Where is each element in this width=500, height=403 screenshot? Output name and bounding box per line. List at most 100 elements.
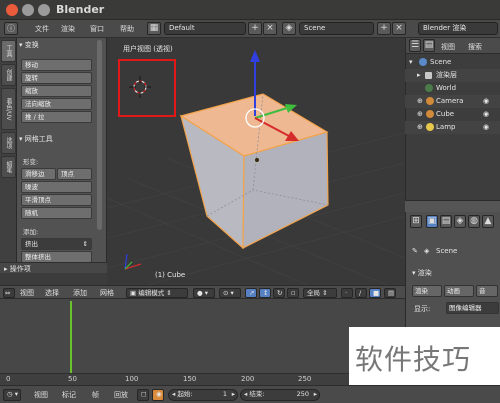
tab-shading-uv[interactable]: 着色/UV bbox=[1, 88, 16, 130]
start-frame-field[interactable]: ◂ 起始: 1 ▸ bbox=[168, 389, 238, 401]
3d-viewport[interactable]: 用户视图 (透视) (1) Cube bbox=[107, 38, 405, 285]
tl-menu-frame[interactable]: 帧 bbox=[92, 390, 99, 400]
slide-edge-button[interactable]: 滑移边 bbox=[21, 168, 56, 180]
info-editor-icon[interactable]: ⓘ bbox=[4, 22, 18, 35]
vp-menu-add[interactable]: 添加 bbox=[73, 288, 87, 298]
3d-cursor-icon[interactable] bbox=[129, 76, 151, 98]
vp-menu-select[interactable]: 选择 bbox=[45, 288, 59, 298]
outliner-row-scene[interactable]: ▾ Scene bbox=[405, 56, 500, 69]
outliner-menu-view[interactable]: 视图 bbox=[441, 42, 455, 52]
add-scene-icon[interactable]: + bbox=[377, 22, 391, 35]
face-select-icon[interactable]: ■ bbox=[369, 288, 381, 298]
mode-select[interactable]: ▣ 编辑模式 ⇕ bbox=[126, 288, 188, 298]
lock-icon[interactable]: ◉ bbox=[152, 389, 164, 401]
properties-editor-icon[interactable]: ⊞ bbox=[410, 215, 422, 228]
tab-tools[interactable]: 工具 bbox=[1, 40, 16, 62]
playhead[interactable] bbox=[70, 301, 72, 384]
render-section-header[interactable]: ▾ 渲染 bbox=[412, 268, 432, 278]
vertex-slide-button[interactable]: 顶点 bbox=[57, 168, 92, 180]
translate-icon[interactable]: ↕ bbox=[259, 288, 271, 298]
shrink-fatten-button[interactable]: 法向缩放 bbox=[21, 98, 92, 110]
timeline-editor-icon[interactable]: ◷ ▾ bbox=[3, 389, 21, 401]
scene-tab-icon[interactable]: ◈ bbox=[454, 215, 466, 228]
outliner-row-lamp[interactable]: ⊕ Lamp ◉ bbox=[405, 121, 500, 134]
pivot-select[interactable]: ⊙ ▾ bbox=[219, 288, 241, 298]
scale-icon[interactable]: ▫ bbox=[287, 288, 299, 298]
expand-icon[interactable]: ▾ bbox=[409, 56, 413, 69]
expand-icon[interactable]: ⊕ bbox=[417, 108, 423, 121]
outliner-scroll-strip[interactable] bbox=[405, 200, 500, 212]
screen-layout-select[interactable]: Default bbox=[164, 22, 246, 35]
cube-mesh[interactable] bbox=[179, 93, 329, 250]
add-screen-icon[interactable]: + bbox=[248, 22, 262, 35]
viewport-canvas[interactable] bbox=[107, 38, 405, 285]
push-pull-button[interactable]: 推 / 拉 bbox=[21, 111, 92, 123]
smooth-vertex-button[interactable]: 平滑顶点 bbox=[21, 194, 92, 206]
eye-icon[interactable]: ◉ bbox=[483, 108, 489, 121]
scene-select[interactable]: Scene bbox=[299, 22, 374, 35]
render-tab-icon[interactable]: ▣ bbox=[426, 215, 438, 228]
minimize-icon[interactable] bbox=[22, 4, 34, 16]
tl-menu-view[interactable]: 视图 bbox=[34, 390, 48, 400]
close-icon[interactable] bbox=[6, 4, 18, 16]
end-frame-field[interactable]: ◂ 结束: 250 ▸ bbox=[240, 389, 320, 401]
expand-icon[interactable]: ⊕ bbox=[417, 121, 423, 134]
operator-panel-header[interactable]: ▸ 操作项 bbox=[0, 262, 107, 273]
menu-render[interactable]: 渲染 bbox=[61, 24, 75, 34]
display-select[interactable]: 图像编辑器 bbox=[446, 302, 499, 314]
render-engine-select[interactable]: Blender 渲染 bbox=[418, 22, 498, 35]
vertex-select-icon[interactable]: · bbox=[341, 288, 353, 298]
mesh-tools-panel-header[interactable]: ▾ 网格工具 bbox=[19, 134, 97, 144]
animation-button[interactable]: 动画 bbox=[444, 285, 474, 297]
remove-scene-icon[interactable]: × bbox=[392, 22, 406, 35]
menu-help[interactable]: 帮助 bbox=[120, 24, 134, 34]
tab-options[interactable]: 选项 bbox=[1, 132, 16, 154]
outliner-row-cube[interactable]: ⊕ Cube ◉ bbox=[405, 108, 500, 121]
outliner-row-world[interactable]: World bbox=[405, 82, 500, 95]
remove-screen-icon[interactable]: × bbox=[263, 22, 277, 35]
menu-file[interactable]: 文件 bbox=[35, 24, 49, 34]
randomize-button[interactable]: 随机 bbox=[21, 207, 92, 219]
rotate-icon[interactable]: ↻ bbox=[273, 288, 285, 298]
shading-select[interactable]: ● ▾ bbox=[193, 288, 215, 298]
manipulator-toggle-icon[interactable]: ↗ bbox=[245, 288, 257, 298]
world-tab-icon[interactable]: ◍ bbox=[468, 215, 480, 228]
tab-grease-pencil[interactable]: 蜡笔 bbox=[1, 156, 16, 178]
render-layers-tab-icon[interactable]: ▤ bbox=[440, 215, 452, 228]
edge-select-icon[interactable]: / bbox=[355, 288, 367, 298]
tl-menu-playback[interactable]: 回放 bbox=[114, 390, 128, 400]
eye-icon[interactable]: ◉ bbox=[483, 121, 489, 134]
render-button[interactable]: 渲染 bbox=[412, 285, 442, 297]
eye-icon[interactable]: ◉ bbox=[483, 95, 489, 108]
tab-create[interactable]: 创建 bbox=[1, 64, 16, 86]
extrude-select[interactable]: 挤出 ⇕ bbox=[21, 238, 92, 250]
z-axis-arrow-icon[interactable] bbox=[250, 50, 260, 62]
outliner-menu-search[interactable]: 搜索 bbox=[468, 42, 482, 52]
rotate-button[interactable]: 旋转 bbox=[21, 72, 92, 84]
maximize-icon[interactable] bbox=[38, 4, 50, 16]
noise-button[interactable]: 噪波 bbox=[21, 181, 92, 193]
expand-icon[interactable]: ▸ bbox=[417, 69, 421, 82]
screen-layout-icon[interactable]: ▦ bbox=[147, 22, 161, 35]
outliner-row-render-layers[interactable]: ▸ 渲染层 bbox=[405, 69, 500, 82]
tl-menu-marker[interactable]: 标记 bbox=[62, 390, 76, 400]
expand-icon[interactable]: ⊕ bbox=[417, 95, 423, 108]
pin-icon[interactable]: ✎ bbox=[412, 247, 418, 255]
tool-shelf-scrollbar[interactable] bbox=[97, 40, 102, 230]
preview-range-icon[interactable]: ◻ bbox=[137, 389, 149, 401]
vp-menu-mesh[interactable]: 网格 bbox=[100, 288, 114, 298]
move-button[interactable]: 移动 bbox=[21, 59, 92, 71]
editor-type-icon[interactable]: ⇔ bbox=[3, 288, 15, 298]
object-tab-icon[interactable]: ▲ bbox=[482, 215, 494, 228]
occlude-icon[interactable]: ▤ bbox=[384, 288, 396, 298]
outliner-editor-icon[interactable]: ☰ bbox=[409, 39, 421, 52]
display-mode-icon[interactable]: ▤ bbox=[423, 39, 435, 52]
audio-button[interactable]: 音 bbox=[476, 285, 498, 297]
scene-icon[interactable]: ◈ bbox=[282, 22, 296, 35]
menu-window[interactable]: 窗口 bbox=[90, 24, 104, 34]
orientation-select[interactable]: 全局 ⇕ bbox=[303, 288, 337, 298]
vp-menu-view[interactable]: 视图 bbox=[20, 288, 34, 298]
scale-button[interactable]: 缩放 bbox=[21, 85, 92, 97]
outliner-row-camera[interactable]: ⊕ Camera ◉ bbox=[405, 95, 500, 108]
transform-panel-header[interactable]: ▾ 变换 bbox=[19, 40, 97, 50]
